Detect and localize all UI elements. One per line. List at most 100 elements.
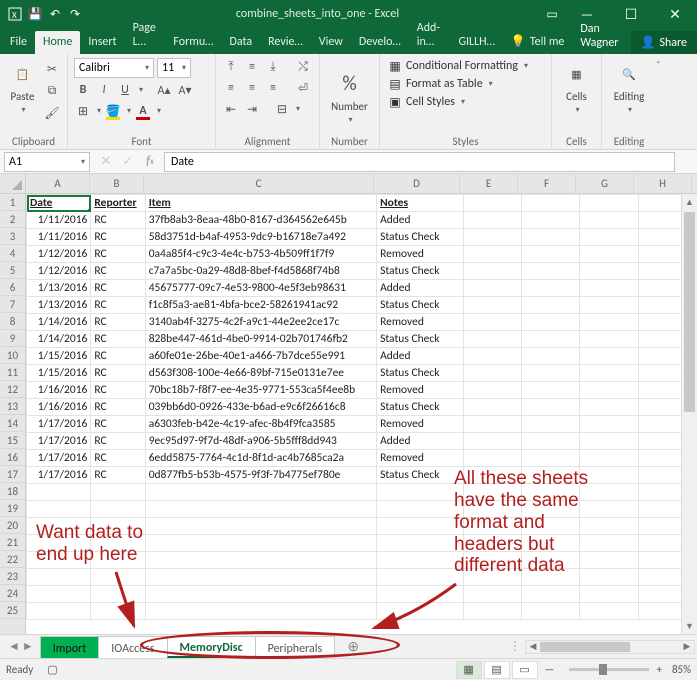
row-header-3[interactable]: 3: [0, 228, 25, 245]
cell[interactable]: 6edd5875-7764-4c1d-8f1d-ac4b7685ca2a: [145, 450, 376, 467]
collapse-ribbon-icon[interactable]: ˬ: [656, 54, 667, 74]
cell[interactable]: [377, 552, 464, 569]
row-header-19[interactable]: 19: [0, 500, 25, 517]
cell[interactable]: Date: [27, 195, 91, 212]
cell[interactable]: [145, 569, 376, 586]
cell[interactable]: RC: [91, 297, 145, 314]
cell[interactable]: [521, 518, 579, 535]
zoom-in-icon[interactable]: +: [657, 663, 662, 676]
cell[interactable]: RC: [91, 331, 145, 348]
wrap-text-icon[interactable]: ⏎: [294, 79, 312, 97]
formula-input[interactable]: Date: [164, 152, 675, 172]
cell[interactable]: [91, 552, 145, 569]
scroll-sheets-left-icon[interactable]: ◄: [8, 639, 20, 654]
cell[interactable]: [27, 501, 91, 518]
redo-icon[interactable]: ↷: [68, 7, 82, 21]
cell[interactable]: [91, 484, 145, 501]
cell[interactable]: RC: [91, 467, 145, 484]
col-header-C[interactable]: C: [144, 174, 374, 193]
cell[interactable]: [463, 348, 521, 365]
sheet-tab-import[interactable]: Import: [40, 636, 99, 658]
cell[interactable]: RC: [91, 365, 145, 382]
share-button[interactable]: 👤Share: [631, 31, 697, 54]
cell[interactable]: Reporter: [91, 195, 145, 212]
cell[interactable]: [521, 195, 579, 212]
cell[interactable]: [580, 348, 638, 365]
cell[interactable]: [377, 535, 464, 552]
cell[interactable]: [521, 297, 579, 314]
cell[interactable]: [580, 535, 638, 552]
zoom-slider[interactable]: [569, 668, 649, 671]
cell[interactable]: Status Check: [377, 263, 464, 280]
sheet-tab-peripherals[interactable]: Peripherals: [255, 636, 336, 658]
row-header-22[interactable]: 22: [0, 551, 25, 568]
sheet-tab-ioaccess[interactable]: IOAccess: [98, 636, 167, 658]
cell[interactable]: [91, 501, 145, 518]
paste-button[interactable]: 📋 Paste ▾: [6, 58, 39, 115]
cell[interactable]: [145, 603, 376, 620]
cell[interactable]: [580, 603, 638, 620]
cell[interactable]: 1/12/2016: [27, 246, 91, 263]
font-size-combo[interactable]: 11▾: [157, 58, 191, 78]
cell[interactable]: a60fe01e-26be-40e1-a466-7b7dce55e991: [145, 348, 376, 365]
cell[interactable]: Added: [377, 433, 464, 450]
cell[interactable]: [463, 331, 521, 348]
increase-font-icon[interactable]: A▴: [155, 81, 173, 99]
align-middle-icon[interactable]: ≡: [243, 58, 261, 76]
tab-data[interactable]: Data: [221, 31, 260, 54]
cell[interactable]: 1/13/2016: [27, 297, 91, 314]
cell[interactable]: 0d877fb5-b53b-4575-9f3f-7b4775ef780e: [145, 467, 376, 484]
cell[interactable]: [27, 535, 91, 552]
new-sheet-button[interactable]: ⊕: [340, 638, 366, 655]
col-header-G[interactable]: G: [576, 174, 634, 193]
cell[interactable]: [463, 382, 521, 399]
cell[interactable]: [580, 331, 638, 348]
row-header-23[interactable]: 23: [0, 568, 25, 585]
row-header-24[interactable]: 24: [0, 585, 25, 602]
cell[interactable]: a6303feb-b42e-4c19-afec-8b4f9fca3585: [145, 416, 376, 433]
scroll-right-icon[interactable]: ▶: [680, 641, 694, 653]
tab-insert[interactable]: Insert: [80, 31, 124, 54]
zoom-out-icon[interactable]: —: [545, 663, 555, 676]
cell[interactable]: [580, 195, 638, 212]
scroll-up-icon[interactable]: ▲: [682, 194, 697, 210]
number-format-button[interactable]: % Number ▾: [329, 68, 371, 125]
vertical-scrollbar[interactable]: ▲ ▼: [681, 194, 697, 634]
cell[interactable]: Removed: [377, 382, 464, 399]
cell[interactable]: [377, 518, 464, 535]
cell[interactable]: [463, 297, 521, 314]
cell[interactable]: [580, 246, 638, 263]
horizontal-scrollbar[interactable]: ◀ ▶: [525, 640, 695, 654]
fx-icon[interactable]: fx: [140, 154, 160, 169]
cell[interactable]: 70bc18b7-f8f7-ee-4e35-9771-553ca5f4ee8b: [145, 382, 376, 399]
row-header-12[interactable]: 12: [0, 381, 25, 398]
cell[interactable]: [463, 552, 521, 569]
merge-icon[interactable]: ⊟: [273, 100, 291, 118]
tab-developer[interactable]: Develo…: [351, 31, 409, 54]
cell[interactable]: 1/15/2016: [27, 365, 91, 382]
hscroll-thumb[interactable]: [540, 642, 630, 652]
cell[interactable]: 1/17/2016: [27, 416, 91, 433]
cell[interactable]: [377, 603, 464, 620]
cell[interactable]: [463, 399, 521, 416]
align-center-icon[interactable]: ≡: [243, 79, 261, 97]
row-header-9[interactable]: 9: [0, 330, 25, 347]
cell[interactable]: 828be447-461d-4be0-9914-02b701746fb2: [145, 331, 376, 348]
tab-file[interactable]: File: [2, 31, 35, 54]
tab-tell-me[interactable]: 💡Tell me: [503, 30, 572, 54]
cell-styles-button[interactable]: ▣Cell Styles▾: [386, 94, 530, 110]
row-header-20[interactable]: 20: [0, 517, 25, 534]
cell[interactable]: [377, 569, 464, 586]
cell[interactable]: 1/16/2016: [27, 399, 91, 416]
tab-page-layout[interactable]: Page L…: [125, 17, 166, 54]
scroll-down-icon[interactable]: ▼: [682, 618, 697, 634]
cell[interactable]: 0a4a85f4-c9c3-4e4c-b753-4b509ff1f7f9: [145, 246, 376, 263]
cell[interactable]: [521, 484, 579, 501]
cell[interactable]: 1/14/2016: [27, 331, 91, 348]
cell[interactable]: 1/14/2016: [27, 314, 91, 331]
underline-button[interactable]: U: [116, 81, 134, 99]
cell[interactable]: [521, 569, 579, 586]
cell[interactable]: [580, 365, 638, 382]
cell[interactable]: [145, 484, 376, 501]
font-color-icon[interactable]: A: [134, 102, 152, 120]
